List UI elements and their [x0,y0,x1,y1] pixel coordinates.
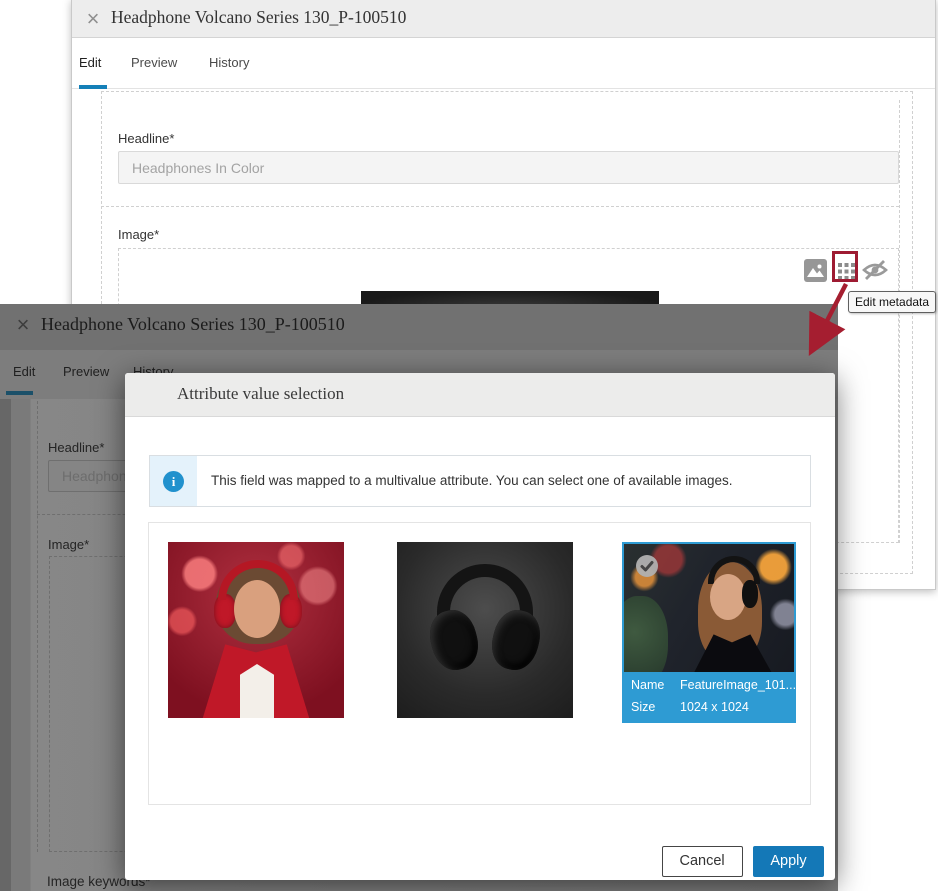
screen: × Headphone Volcano Series 130_P-100510 … [0,0,938,891]
dialog-header: × Headphone Volcano Series 130_P-100510 [72,0,935,38]
modal-footer: Cancel Apply [662,846,824,877]
field-outline-right [899,100,900,543]
image-label: Image* [118,227,159,242]
modal-header: Attribute value selection [125,373,835,417]
info-banner-text: This field was mapped to a multivalue at… [197,456,733,506]
thumbnail-woman-street-headphones-selected[interactable]: Name FeatureImage_101... Size 1024 x 102… [622,542,796,723]
eye-off-icon[interactable] [862,258,888,287]
modal-title: Attribute value selection [177,384,344,404]
headline-label: Headline* [118,131,174,146]
tab-preview-back[interactable]: Preview [63,364,109,379]
tab-edit[interactable]: Edit [79,38,101,88]
meta-size-label: Size [631,700,655,714]
cancel-button[interactable]: Cancel [662,846,743,877]
meta-size-value: 1024 x 1024 [680,700,749,714]
selected-image-meta: Name FeatureImage_101... Size 1024 x 102… [624,672,794,721]
tab-preview[interactable]: Preview [131,38,177,88]
dialog-header-back: × Headphone Volcano Series 130_P-100510 [0,304,838,350]
info-banner-accent: i [150,456,197,506]
tab-edit-back[interactable]: Edit [13,364,35,379]
dialog-title: Headphone Volcano Series 130_P-100510 [111,7,406,28]
thumbnail-black-headphones[interactable] [397,542,573,718]
meta-name-value: FeatureImage_101... [680,678,796,692]
image-label-back: Image* [48,537,89,552]
tab-bar: Edit Preview History [72,38,935,89]
close-icon-back[interactable]: × [10,312,36,338]
dialog-title-back: Headphone Volcano Series 130_P-100510 [41,314,345,335]
edit-metadata-tooltip: Edit metadata [848,291,936,313]
thumb3-art [624,544,794,672]
info-banner: i This field was mapped to a multivalue … [149,455,811,507]
tab-history[interactable]: History [209,38,249,88]
attribute-value-selection-modal: Attribute value selection i This field w… [125,373,835,880]
field-separator [101,206,899,207]
thumbnail-woman-red-headphones[interactable] [168,542,344,718]
selected-check-icon [636,555,658,577]
apply-button[interactable]: Apply [753,846,824,877]
meta-name-label: Name [631,678,664,692]
field-group-outline-back [37,401,38,852]
headline-label-back: Headline* [48,440,104,455]
annotation-arrow [790,276,860,360]
info-icon: i [163,471,184,492]
close-icon[interactable]: × [80,6,106,32]
headline-input[interactable] [118,151,899,184]
image-options-panel: Name FeatureImage_101... Size 1024 x 102… [148,522,811,805]
active-tab-underline-back [6,391,33,395]
